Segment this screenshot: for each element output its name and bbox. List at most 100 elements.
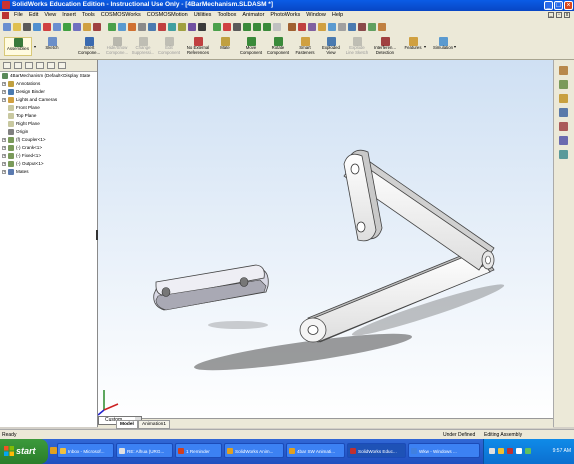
quicklaunch-outlook-icon[interactable] [50, 447, 57, 454]
wireframe-icon[interactable] [198, 23, 206, 31]
hide-show-compone-button[interactable]: Hide/Show Compone... [104, 37, 130, 55]
menu-tools[interactable]: Tools [79, 12, 98, 18]
chevron-down-icon[interactable]: ▾ [424, 44, 426, 49]
taskbar-item-1-reminder[interactable]: 1 Reminder [175, 443, 222, 458]
tray-network-icon[interactable] [489, 448, 495, 454]
expand-icon[interactable]: + [2, 98, 6, 102]
tray-antivirus-icon[interactable] [507, 448, 513, 454]
start-button[interactable]: start [0, 439, 48, 464]
menu-cosmosmotion[interactable]: COSMOSMotion [144, 12, 191, 18]
fixed-link[interactable] [343, 149, 383, 242]
appearance-icon[interactable] [318, 23, 326, 31]
tray-volume-icon[interactable] [516, 448, 522, 454]
play-icon[interactable] [243, 23, 251, 31]
chevron-down-icon[interactable]: ▾ [454, 44, 456, 49]
zoom-area-icon[interactable] [118, 23, 126, 31]
taskbar-item-inbox-microsof[interactable]: Inbox - Microsof... [57, 443, 114, 458]
tab-animation1[interactable]: Animation1 [138, 420, 170, 429]
stop-icon[interactable] [233, 23, 241, 31]
sketch-tab[interactable]: Sketch [40, 37, 64, 51]
tree-item-front-plane[interactable]: Front Plane [0, 104, 97, 112]
expand-icon[interactable]: + [2, 162, 6, 166]
tree-item-top-plane[interactable]: Top Plane [0, 112, 97, 120]
record-icon[interactable] [273, 23, 281, 31]
doc-restore-button[interactable]: ▫ [556, 12, 562, 18]
new-icon[interactable] [3, 23, 11, 31]
no-external-references-button[interactable]: No External References [182, 37, 214, 55]
file-explorer-icon[interactable] [559, 94, 568, 103]
mate-button[interactable]: Mate [214, 37, 236, 51]
minimize-button[interactable]: _ [544, 1, 553, 10]
maximize-button[interactable]: □ [554, 1, 563, 10]
reference-icon[interactable] [368, 23, 376, 31]
menu-view[interactable]: View [41, 12, 59, 18]
taskbar-item-wkw-windows[interactable]: Wkw - Windows ... [408, 443, 480, 458]
print-icon[interactable] [33, 23, 41, 31]
plane-icon[interactable] [378, 23, 386, 31]
display-icon[interactable] [168, 23, 176, 31]
explode-line-sketch-button[interactable]: Explode Line Sketch [344, 37, 370, 55]
close-button[interactable]: × [564, 1, 573, 10]
redo-icon[interactable] [53, 23, 61, 31]
rotate-icon[interactable] [138, 23, 146, 31]
menu-photoworks[interactable]: PhotoWorks [267, 12, 303, 18]
simulation-button[interactable]: Simulation [430, 37, 456, 51]
light-icon[interactable] [288, 23, 296, 31]
tree-item-design-binder[interactable]: + Design Binder [0, 88, 97, 96]
menu-animator[interactable]: Animator [239, 12, 267, 18]
expand-icon[interactable]: + [2, 146, 6, 150]
tree-item-right-plane[interactable]: Right Plane [0, 120, 97, 128]
taskbar-item-re-alhua-urg[interactable]: RE: Alhua (URG... [116, 443, 173, 458]
home-icon[interactable] [559, 66, 568, 75]
expand-icon[interactable]: + [2, 90, 6, 94]
tree-item-origin[interactable]: Origin [0, 128, 97, 136]
cosmos-tab[interactable] [36, 62, 44, 69]
menu-utilities[interactable]: Utilities [191, 12, 215, 18]
menu-toolbox[interactable]: Toolbox [214, 12, 239, 18]
tree-item-mates[interactable]: + Mates [0, 168, 97, 176]
play-end-icon[interactable] [263, 23, 271, 31]
expand-icon[interactable]: + [2, 170, 6, 174]
features-button[interactable]: Features [400, 37, 426, 51]
tree-item-crank-1[interactable]: + (-) Crank<1> [0, 144, 97, 152]
tray-status-icon[interactable] [525, 448, 531, 454]
menu-window[interactable]: Window [303, 12, 329, 18]
motion-tab[interactable] [58, 62, 66, 69]
select-icon[interactable] [63, 23, 71, 31]
mass-icon[interactable] [358, 23, 366, 31]
search-icon[interactable] [559, 108, 568, 117]
options-icon[interactable] [83, 23, 91, 31]
feature-tree-tab[interactable] [3, 62, 11, 69]
custom-properties-icon[interactable] [559, 150, 568, 159]
configuration-tab[interactable] [25, 62, 33, 69]
exploded-view-button[interactable]: Exploded View [318, 37, 344, 55]
property-tab[interactable] [14, 62, 22, 69]
tree-item-f-coupler-1[interactable]: + (f) Coupler<1> [0, 136, 97, 144]
rebuild-icon[interactable] [73, 23, 81, 31]
shaded-icon[interactable] [178, 23, 186, 31]
graphics-viewport[interactable] [98, 60, 553, 418]
zoom-fit-icon[interactable] [108, 23, 116, 31]
taskbar-item-solidworks-educ[interactable]: SolidWorks Educ... [347, 443, 406, 458]
appearance-icon[interactable] [559, 136, 568, 145]
undo-icon[interactable] [43, 23, 51, 31]
play-fwd-icon[interactable] [253, 23, 261, 31]
rotate-component-button[interactable]: Rotate Component [264, 37, 292, 55]
measure-icon[interactable] [348, 23, 356, 31]
zoom-in-icon[interactable] [128, 23, 136, 31]
library-icon[interactable] [559, 80, 568, 89]
menu-file[interactable]: File [11, 12, 26, 18]
coupler-link[interactable] [153, 264, 269, 311]
assemblies-dropdown-icon[interactable]: ▾ [34, 44, 36, 49]
tree-item-annotations[interactable]: + Annotations [0, 80, 97, 88]
normal-to-icon[interactable] [338, 23, 346, 31]
scene-icon[interactable] [308, 23, 316, 31]
save-icon[interactable] [23, 23, 31, 31]
tree-item-fixed-1[interactable]: + (-) Fixed<1> [0, 152, 97, 160]
move-component-button[interactable]: Move Component [238, 37, 264, 55]
hidden-icon[interactable] [188, 23, 196, 31]
play-back-icon[interactable] [223, 23, 231, 31]
insert-compone-button[interactable]: Insert Compone... [76, 37, 102, 55]
title-bar[interactable]: SolidWorks Education Edition - Instructi… [0, 0, 574, 11]
expand-icon[interactable]: + [2, 82, 6, 86]
